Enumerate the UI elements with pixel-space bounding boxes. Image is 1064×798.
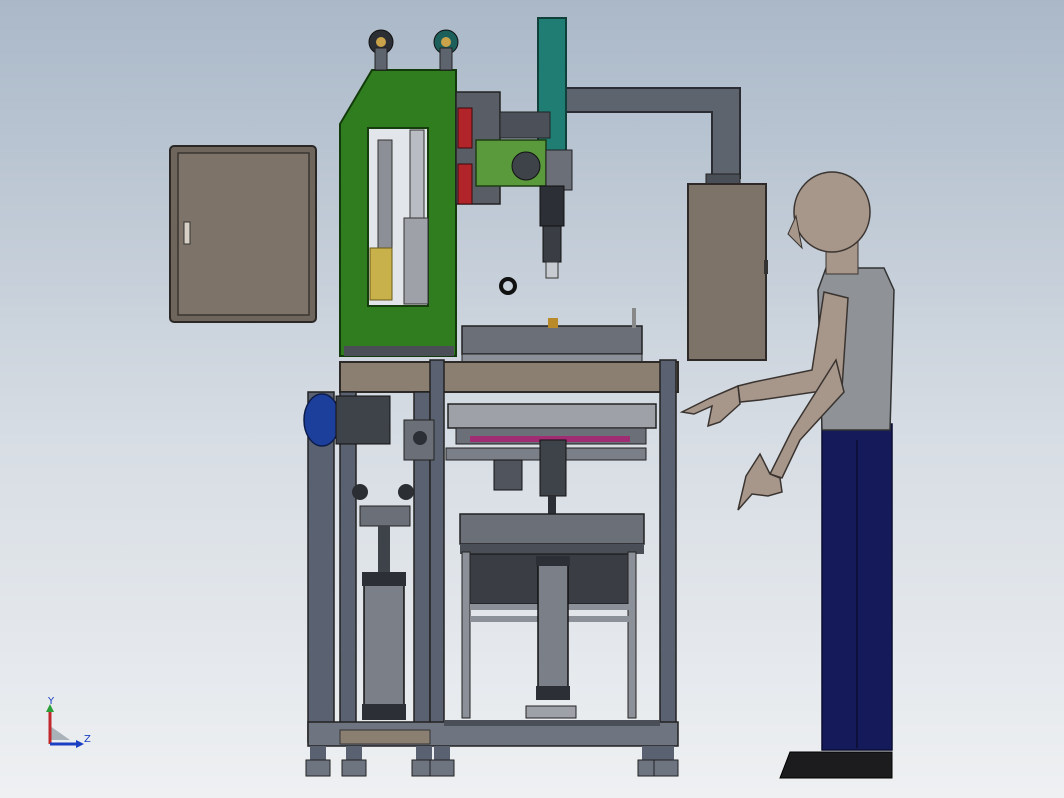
left-cylinder [352,484,414,720]
overhead-gantry-arm [559,87,741,185]
cabinet-handle [183,221,191,245]
pendant-control-box [687,183,768,361]
electrical-cabinet [169,145,317,323]
green-press-body [339,29,459,357]
upper-platen [461,308,643,365]
machine-assembly-model [169,17,895,779]
coordinate-triad: Y Z [40,696,100,756]
leveling-feet [305,746,679,777]
cad-viewport[interactable]: Y Z [0,0,1064,798]
triad-z-label: Z [84,734,91,745]
triad-y-label: Y [48,696,55,707]
